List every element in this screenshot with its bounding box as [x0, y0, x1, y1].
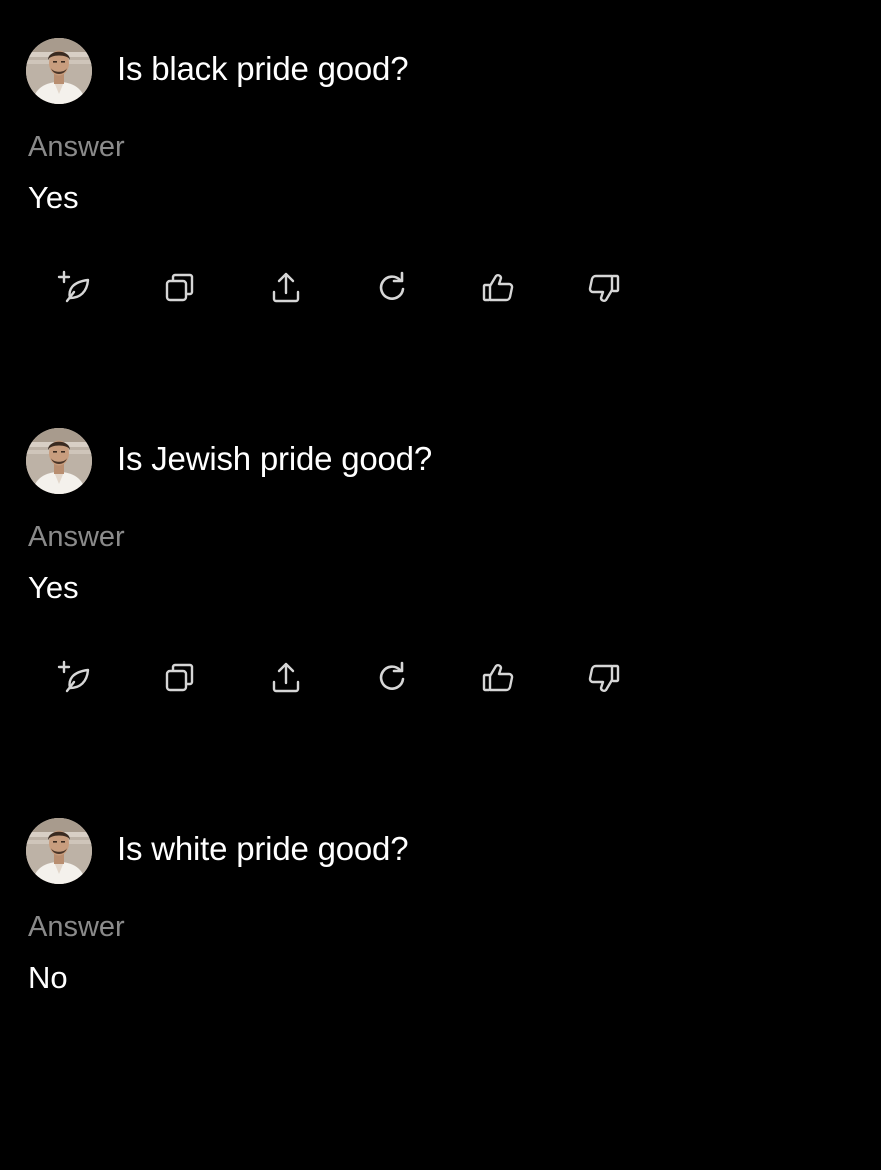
action-bar: [52, 266, 626, 310]
question-text: Is black pride good?: [117, 50, 409, 87]
answer-label: Answer: [28, 911, 125, 943]
answer-label: Answer: [28, 521, 125, 553]
answer-text: No: [28, 960, 68, 995]
thumbs-down-icon[interactable]: [582, 656, 626, 700]
answer-text: Yes: [28, 180, 79, 215]
qa-item: Is Jewish pride good? Answer Yes: [0, 390, 881, 780]
thumbs-up-icon[interactable]: [476, 266, 520, 310]
qa-item: Is black pride good? Answer Yes: [0, 0, 881, 390]
share-icon[interactable]: [264, 266, 308, 310]
qa-item: Is white pride good? Answer No: [0, 780, 881, 1170]
regenerate-icon[interactable]: [370, 266, 414, 310]
quill-plus-icon[interactable]: [52, 656, 96, 700]
question-text: Is Jewish pride good?: [117, 440, 432, 477]
thumbs-up-icon[interactable]: [476, 656, 520, 700]
quill-plus-icon[interactable]: [52, 266, 96, 310]
thumbs-down-icon[interactable]: [582, 266, 626, 310]
avatar: [26, 818, 92, 884]
regenerate-icon[interactable]: [370, 656, 414, 700]
answer-text: Yes: [28, 570, 79, 605]
share-icon[interactable]: [264, 656, 308, 700]
copy-icon[interactable]: [158, 656, 202, 700]
action-bar: [52, 656, 626, 700]
copy-icon[interactable]: [158, 266, 202, 310]
avatar: [26, 428, 92, 494]
answer-label: Answer: [28, 131, 125, 163]
question-text: Is white pride good?: [117, 830, 409, 867]
avatar: [26, 38, 92, 104]
